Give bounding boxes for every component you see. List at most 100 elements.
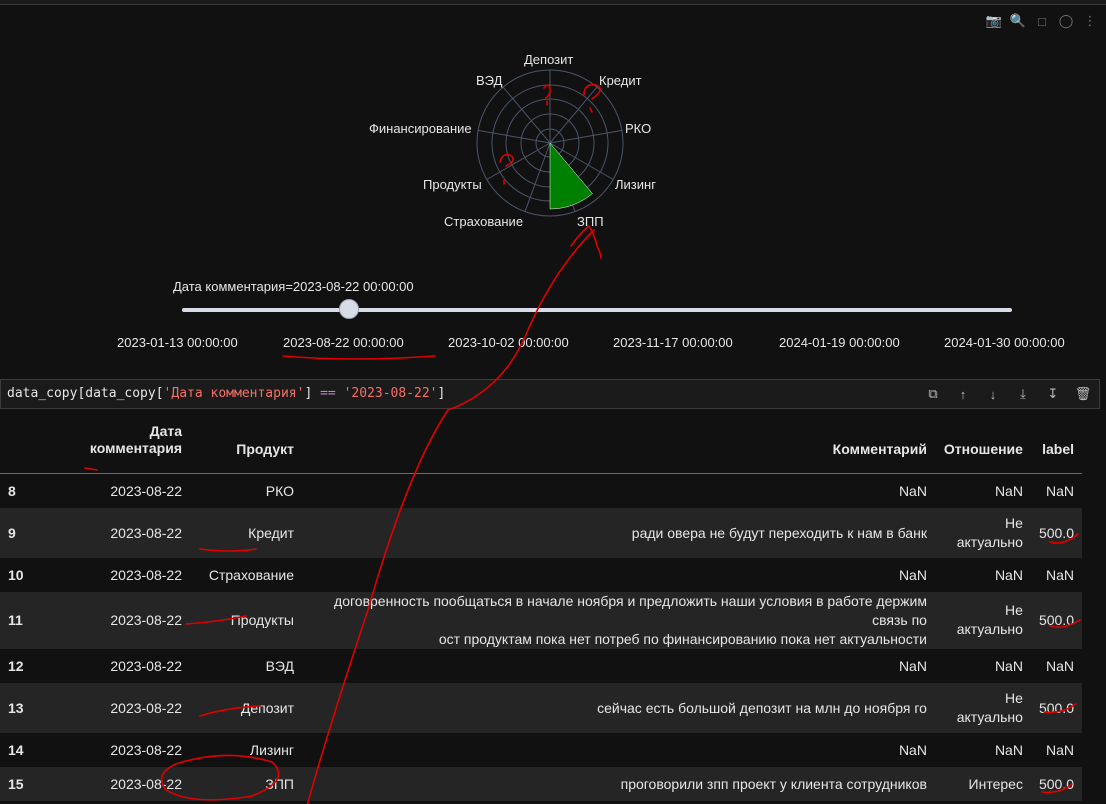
plotly-logo-icon[interactable]: ⋮ [1080, 11, 1100, 31]
date-header: Дата комментария [56, 419, 190, 474]
camera-icon[interactable]: 📷 [984, 11, 1004, 31]
relation-line: Не [1005, 689, 1023, 706]
relation-line: актуально [956, 708, 1023, 725]
polar-chart: Депозит Кредит РКО Лизинг ЗПП Страховани… [340, 40, 760, 270]
polar-label-ved: ВЭД [476, 73, 503, 88]
row-index: 11 [8, 612, 23, 628]
cell-label: 500.0 [1038, 612, 1074, 628]
table-row: 10 2023-08-22 Страхование NaN NaN NaN [0, 557, 1082, 592]
polar-label-rko: РКО [625, 121, 652, 136]
cell-label: 500.0 [1038, 524, 1074, 541]
cell-product: Продукты [230, 612, 294, 628]
select-box-icon[interactable]: □ [1032, 11, 1052, 31]
code-text: ] [437, 386, 446, 401]
lasso-icon[interactable]: ◯ [1056, 11, 1076, 31]
plot-modebar: 📷 🔍 □ ◯ ⋮ [962, 10, 1106, 32]
polar-label-insurance: Страхование [444, 214, 524, 229]
slider-tick-3[interactable]: 2023-11-17 00:00:00 [613, 335, 733, 350]
insert-cell-icon[interactable]: ⤓ [1013, 384, 1033, 404]
cell-product: ЗПП [265, 775, 294, 792]
table-row: 9 2023-08-22 Кредит ради овера не будут … [0, 507, 1082, 558]
cell-comment: NaN [898, 741, 927, 758]
cell-comment: договренность пообщаться в начале ноября… [302, 592, 935, 649]
cell-date: 2023-08-22 [110, 482, 182, 499]
label-header: label [1042, 441, 1074, 457]
polar-spoke [478, 129, 551, 144]
table-header-row: Дата комментария Продукт Комментарий Отно… [0, 419, 1082, 474]
comment-line: ост продуктам пока нет потреб по финанси… [438, 630, 927, 647]
cell-comment: NaN [898, 482, 927, 499]
arrow-down-icon[interactable]: ↓ [983, 384, 1003, 404]
zoom-icon[interactable]: 🔍 [1008, 11, 1028, 31]
slider-tick-5[interactable]: 2024-01-30 00:00:00 [944, 335, 1065, 350]
polar-label-credit: Кредит [599, 73, 642, 88]
row-index: 12 [8, 657, 24, 674]
cell-product: Депозит [240, 699, 294, 716]
cell-relation: NaN [994, 657, 1023, 674]
cell-date: 2023-08-22 [110, 657, 182, 674]
merge-cell-icon[interactable]: ↧ [1043, 384, 1063, 404]
cell-label: NaN [1045, 482, 1074, 499]
relation-line: Не [1005, 514, 1023, 531]
polar-label-products: Продукты [423, 177, 482, 192]
polar-label-leasing: Лизинг [615, 177, 656, 192]
index-header [0, 419, 56, 474]
comment-line: договренность пообщаться в начале ноября… [334, 592, 927, 628]
row-index: 15 [8, 775, 24, 792]
arrow-up-icon[interactable]: ↑ [953, 384, 973, 404]
slider-tick-1[interactable]: 2023-08-22 00:00:00 [283, 335, 404, 350]
date-header-line: Дата [149, 423, 182, 439]
cell-date: 2023-08-22 [110, 566, 182, 583]
polar-label-financing: Финансирование [369, 121, 472, 136]
cell-date: 2023-08-22 [110, 699, 182, 716]
cell-relation: Не актуально [935, 508, 1031, 558]
slider-tick-4[interactable]: 2024-01-19 00:00:00 [779, 335, 900, 350]
polar-spoke [549, 129, 622, 144]
table-row: 12 2023-08-22 ВЭД NaN NaN NaN [0, 648, 1082, 683]
table-row: 15 2023-08-22 ЗПП проговорили зпп проект… [0, 766, 1082, 801]
relation-header: Отношение [943, 441, 1023, 457]
cell-label: NaN [1045, 657, 1074, 674]
code-text: ] [304, 386, 321, 401]
cell-label: NaN [1045, 741, 1074, 758]
polar-label-deposit: Депозит [524, 52, 574, 67]
product-header: Продукт [236, 441, 294, 457]
code-editor[interactable]: data_copy[data_copy['Дата комментария'] … [7, 386, 445, 401]
cell-comment: NaN [898, 657, 927, 674]
cell-product: Кредит [248, 524, 294, 541]
date-slider-track[interactable] [182, 308, 1012, 312]
row-index: 10 [8, 566, 24, 583]
code-operator: == [320, 386, 336, 401]
table-row: 13 2023-08-22 Депозит сейчас есть большо… [0, 682, 1082, 733]
cell-label: 500.0 [1038, 699, 1074, 716]
cell-relation: Не актуально [935, 592, 1031, 649]
output-dataframe: Дата комментария Продукт Комментарий Отно… [0, 419, 1082, 801]
relation-line: актуально [956, 621, 1023, 637]
row-index: 8 [8, 482, 16, 499]
relation-line: Не [1005, 602, 1023, 618]
date-header-line: комментария [89, 440, 182, 456]
date-slider-handle[interactable] [339, 299, 359, 319]
slider-current-value: Дата комментария=2023-08-22 00:00:00 [173, 279, 414, 294]
polar-label-zpp: ЗПП [577, 214, 604, 229]
code-string: 'Дата комментария' [163, 386, 305, 401]
cell-relation: NaN [994, 741, 1023, 758]
cell-comment: сейчас есть большой депозит на млн до но… [597, 699, 927, 716]
cell-product: Лизинг [249, 741, 294, 758]
cell-date: 2023-08-22 [110, 612, 182, 628]
cell-relation: NaN [994, 482, 1023, 499]
cell-toolbar: ⧉ ↑ ↓ ⤓ ↧ 🗑 [923, 384, 1093, 404]
row-index: 13 [8, 699, 24, 716]
row-index: 9 [8, 524, 16, 541]
cell-date: 2023-08-22 [110, 775, 182, 792]
slider-tick-2[interactable]: 2023-10-02 00:00:00 [448, 335, 569, 350]
slider-tick-0[interactable]: 2023-01-13 00:00:00 [117, 335, 238, 350]
copy-icon[interactable]: ⧉ [923, 384, 943, 404]
trash-icon[interactable]: 🗑 [1073, 384, 1093, 404]
cell-comment: NaN [898, 566, 927, 583]
cell-product: РКО [265, 482, 294, 499]
polar-bar-zpp[interactable] [549, 142, 593, 210]
code-cell[interactable]: data_copy[data_copy['Дата комментария'] … [0, 379, 1100, 409]
top-border [0, 0, 1106, 5]
